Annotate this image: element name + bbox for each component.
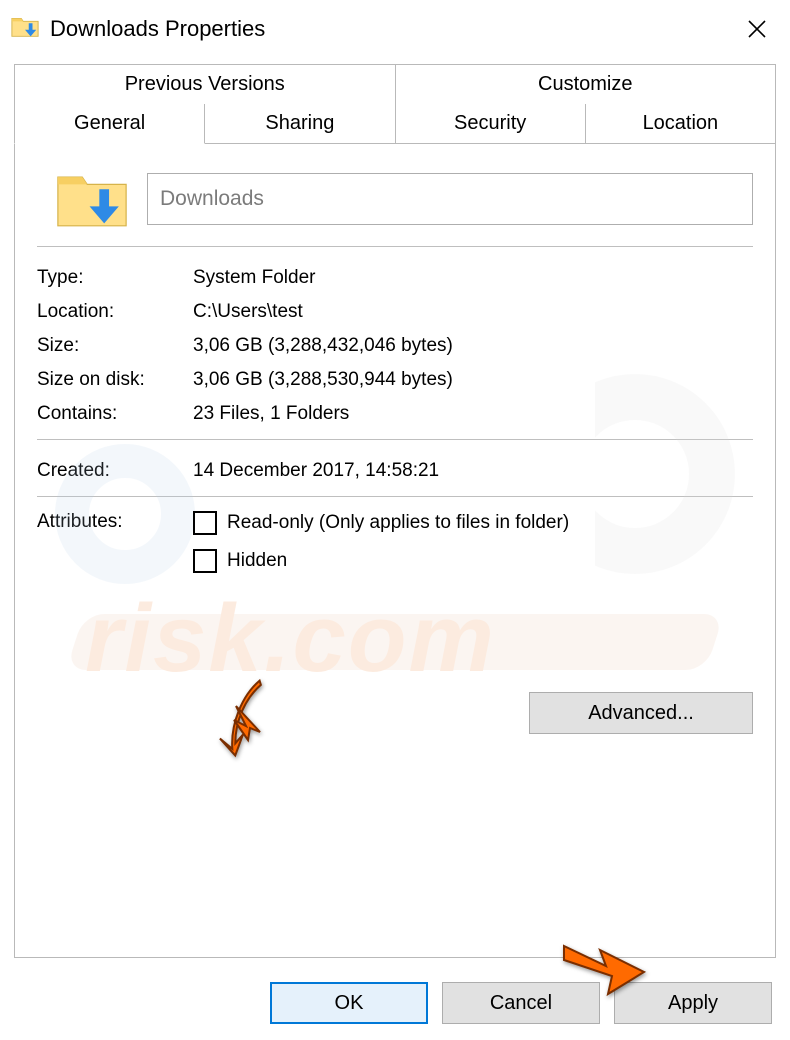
- apply-button[interactable]: Apply: [614, 982, 772, 1024]
- downloads-folder-icon: [10, 11, 40, 47]
- location-value: C:\Users\test: [193, 301, 753, 323]
- tab-customize[interactable]: Customize: [396, 64, 777, 104]
- tab-location[interactable]: Location: [586, 104, 776, 144]
- hidden-label: Hidden: [227, 550, 287, 572]
- cancel-button[interactable]: Cancel: [442, 982, 600, 1024]
- tab-previous-versions[interactable]: Previous Versions: [14, 64, 396, 104]
- created-label: Created:: [37, 460, 193, 482]
- close-button[interactable]: [734, 6, 780, 52]
- close-icon: [747, 19, 767, 39]
- tab-general[interactable]: General: [14, 104, 205, 144]
- advanced-button[interactable]: Advanced...: [529, 692, 753, 734]
- readonly-label: Read-only (Only applies to files in fold…: [227, 512, 569, 534]
- size-label: Size:: [37, 335, 193, 357]
- type-value: System Folder: [193, 267, 753, 289]
- contains-value: 23 Files, 1 Folders: [193, 403, 753, 425]
- tab-strip: Previous Versions Customize General Shar…: [0, 58, 790, 144]
- divider: [37, 246, 753, 247]
- folder-large-icon: [37, 164, 147, 234]
- titlebar: Downloads Properties: [0, 0, 790, 58]
- location-label: Location:: [37, 301, 193, 323]
- divider: [37, 496, 753, 497]
- type-label: Type:: [37, 267, 193, 289]
- attributes-label: Attributes:: [37, 511, 193, 587]
- created-value: 14 December 2017, 14:58:21: [193, 460, 753, 482]
- hidden-checkbox[interactable]: [193, 549, 217, 573]
- divider: [37, 439, 753, 440]
- sizeondisk-label: Size on disk:: [37, 369, 193, 391]
- general-panel: risk.com Type:System Folder Location:C:\…: [14, 144, 776, 958]
- dialog-buttons: OK Cancel Apply: [270, 982, 772, 1024]
- folder-name-input[interactable]: [147, 173, 753, 225]
- readonly-checkbox[interactable]: [193, 511, 217, 535]
- contains-label: Contains:: [37, 403, 193, 425]
- sizeondisk-value: 3,06 GB (3,288,530,944 bytes): [193, 369, 753, 391]
- window-title: Downloads Properties: [50, 16, 734, 42]
- size-value: 3,06 GB (3,288,432,046 bytes): [193, 335, 753, 357]
- ok-button[interactable]: OK: [270, 982, 428, 1024]
- tab-sharing[interactable]: Sharing: [205, 104, 395, 144]
- tab-security[interactable]: Security: [396, 104, 586, 144]
